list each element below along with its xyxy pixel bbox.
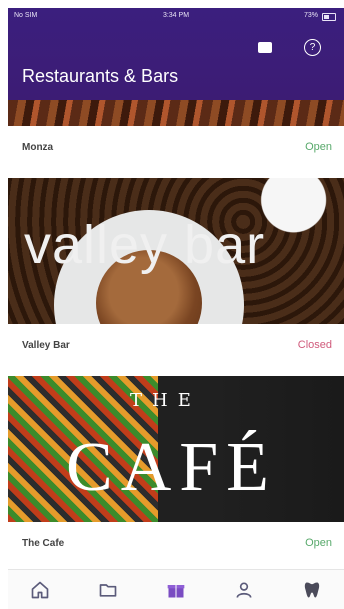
user-icon xyxy=(236,582,252,598)
venue-list: Monza Open valley bar Valley Bar Closed … xyxy=(8,100,344,582)
battery-icon xyxy=(322,13,336,21)
tab-gift[interactable] xyxy=(164,578,188,602)
venue-meta: Monza Open xyxy=(8,126,344,178)
venue-status: Closed xyxy=(297,339,332,351)
venue-name: Valley Bar xyxy=(22,340,70,351)
venue-image-monza[interactable] xyxy=(8,100,344,126)
venue-image-the-cafe[interactable]: THE CAFÉ xyxy=(8,376,344,522)
venue-name: The Cafe xyxy=(22,538,65,549)
venue-card-monza[interactable]: Monza Open xyxy=(8,100,344,178)
venue-status: Open xyxy=(305,537,332,549)
tab-profile[interactable] xyxy=(232,578,256,602)
venue-meta: Valley Bar Closed xyxy=(8,324,344,376)
venue-card-valley-bar[interactable]: valley bar Valley Bar Closed xyxy=(8,178,344,376)
venue-image-title: CAFÉ xyxy=(66,429,277,506)
venue-meta: The Cafe Open xyxy=(8,522,344,574)
home-icon xyxy=(31,581,49,598)
tab-folder[interactable] xyxy=(96,578,120,602)
status-bar: No SIM 3:34 PM 73% xyxy=(8,8,344,26)
venue-image-valley-bar[interactable]: valley bar xyxy=(8,178,344,324)
folder-icon xyxy=(99,583,117,597)
tab-dental[interactable] xyxy=(300,578,324,602)
app-header: No SIM 3:34 PM 73% ? Restaurants & Bars xyxy=(8,8,344,100)
page-title: Restaurants & Bars xyxy=(22,66,179,86)
tooth-icon xyxy=(304,582,320,597)
help-icon[interactable]: ? xyxy=(304,39,321,56)
venue-name: Monza xyxy=(22,142,54,153)
venue-card-the-cafe[interactable]: THE CAFÉ The Cafe Open xyxy=(8,376,344,574)
venue-status: Open xyxy=(305,141,332,153)
venue-image-title: valley bar xyxy=(24,215,266,275)
clock: 3:34 PM xyxy=(162,12,190,19)
gift-icon xyxy=(167,584,185,597)
battery-percentage: 73% xyxy=(303,12,318,19)
tab-bar xyxy=(8,569,344,609)
venue-image-subtitle: THE xyxy=(130,390,201,411)
tab-home[interactable] xyxy=(28,578,52,602)
chat-icon[interactable] xyxy=(258,42,272,53)
